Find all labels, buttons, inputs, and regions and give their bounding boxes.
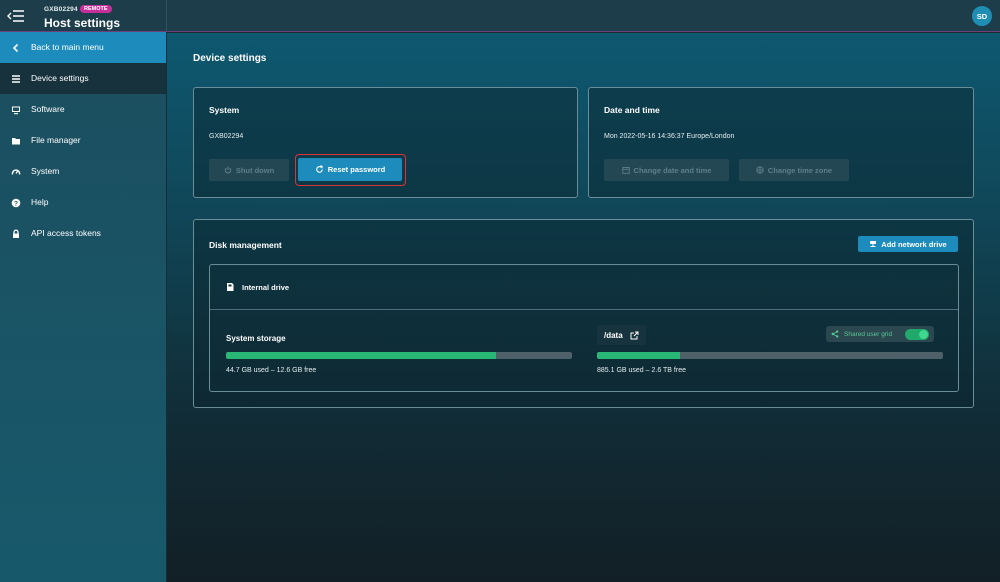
topbar-divider <box>166 0 167 32</box>
system-storage-bar-fill <box>226 352 496 359</box>
list-icon <box>10 73 21 84</box>
data-path-label: /data <box>604 330 623 340</box>
internal-drive-panel: Internal drive System storage 44.7 GB us… <box>209 264 959 392</box>
sidebar-item-file-manager[interactable]: File manager <box>0 125 166 156</box>
reset-password-button-label: Reset password <box>327 165 386 174</box>
shut-down-button[interactable]: Shut down <box>209 159 289 181</box>
help-icon: ? <box>10 197 21 208</box>
menu-collapse-icon <box>7 10 24 22</box>
sidebar-item-label: Help <box>31 197 49 207</box>
sidebar-item-software[interactable]: Software <box>0 94 166 125</box>
main-content: Device settings System GXB02294 Shut dow… <box>167 33 1000 582</box>
current-datetime: Mon 2022-05-16 14:36:37 Europe/London <box>604 133 735 140</box>
internal-drive-divider <box>210 309 958 310</box>
host-id-label: GXB02294 <box>44 6 78 13</box>
shut-down-button-label: Shut down <box>235 165 275 175</box>
data-volume-bar <box>597 352 943 359</box>
external-link-icon <box>630 331 639 339</box>
svg-text:?: ? <box>14 200 18 207</box>
date-time-card-title: Date and time <box>604 105 660 115</box>
sidebar-item-label: Back to main menu <box>31 42 104 52</box>
disk-management-card: Disk management Add network drive Intern… <box>193 219 974 408</box>
sidebar: Back to main menu Device settings Softwa… <box>0 32 166 582</box>
change-time-zone-label: Change time zone <box>767 165 833 175</box>
power-icon <box>224 166 232 174</box>
user-avatar[interactable]: SD <box>972 6 992 26</box>
lock-icon <box>10 228 21 239</box>
system-storage-bar <box>226 352 572 359</box>
data-volume-usage: 885.1 GB used – 2.6 TB free <box>597 367 686 374</box>
sidebar-item-help[interactable]: ? Help <box>0 187 166 218</box>
remote-badge: REMOTE <box>80 5 112 13</box>
app-root: GXB02294 REMOTE Host settings SD Back to… <box>0 0 1000 582</box>
data-path-link[interactable]: /data <box>597 325 646 345</box>
change-date-time-button[interactable]: Change date and time <box>604 159 729 181</box>
data-volume-bar-fill <box>597 352 681 359</box>
page-header-title: Host settings <box>44 16 121 30</box>
change-date-time-label: Change date and time <box>633 165 712 175</box>
shared-user-grid-label: Shared user grid <box>844 330 893 338</box>
system-card-title: System <box>209 105 240 115</box>
globe-icon <box>756 166 764 174</box>
calendar-icon <box>621 167 630 174</box>
shared-user-grid-toggle[interactable]: Shared user grid <box>826 326 935 342</box>
sidebar-item-back-to-main-menu[interactable]: Back to main menu <box>0 32 166 63</box>
system-storage-label: System storage <box>226 334 286 343</box>
refresh-icon <box>315 165 323 173</box>
sidebar-item-label: Device settings <box>31 73 89 83</box>
system-card: System GXB02294 Shut down Reset password <box>193 87 578 198</box>
folder-icon <box>10 135 21 146</box>
sd-card-icon <box>227 283 234 291</box>
date-time-card: Date and time Mon 2022-05-16 14:36:37 Eu… <box>588 87 974 198</box>
chevron-left-icon <box>10 42 21 53</box>
system-storage-usage: 44.7 GB used – 12.6 GB free <box>226 367 317 374</box>
sidebar-item-label: System <box>31 166 60 176</box>
internal-drive-label: Internal drive <box>242 283 290 292</box>
sidebar-item-system[interactable]: System <box>0 156 166 187</box>
gauge-icon <box>10 166 21 177</box>
add-network-drive-button[interactable]: Add network drive <box>858 236 958 252</box>
page-title: Device settings <box>193 53 267 64</box>
network-drive-icon <box>870 241 877 247</box>
sidebar-item-label: API access tokens <box>31 228 101 238</box>
sidebar-item-api-access-tokens[interactable]: API access tokens <box>0 218 166 249</box>
sidebar-item-label: File manager <box>31 135 81 145</box>
monitor-icon <box>10 104 21 115</box>
toggle-knob <box>919 329 929 339</box>
sidebar-item-device-settings[interactable]: Device settings <box>0 63 166 94</box>
top-bar: GXB02294 REMOTE Host settings SD <box>0 0 1000 32</box>
change-time-zone-button[interactable]: Change time zone <box>739 159 849 181</box>
disk-management-title: Disk management <box>209 240 282 250</box>
shared-user-grid-switch[interactable] <box>905 328 930 340</box>
system-host-id: GXB02294 <box>209 133 244 140</box>
add-network-drive-label: Add network drive <box>881 239 947 249</box>
reset-password-button[interactable]: Reset password <box>298 158 402 181</box>
share-icon <box>831 330 839 338</box>
menu-toggle-button[interactable] <box>0 0 32 32</box>
sidebar-item-label: Software <box>31 104 65 114</box>
